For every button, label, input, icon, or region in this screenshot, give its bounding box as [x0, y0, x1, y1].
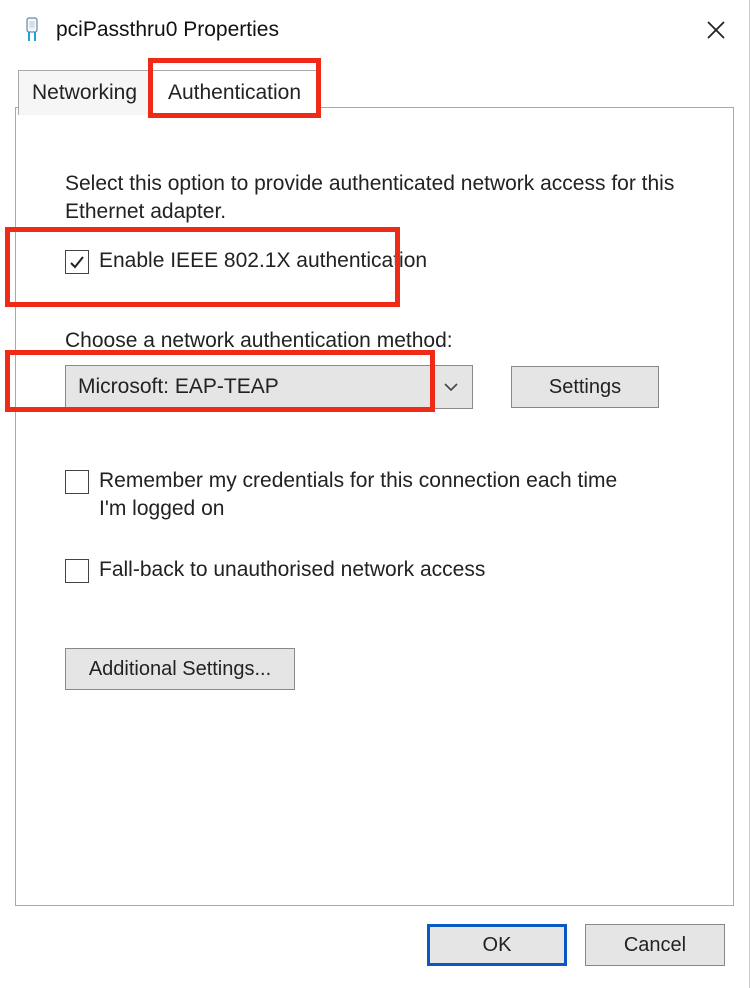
enable-8021x-checkbox[interactable]: [65, 250, 89, 274]
dropdown-selected-value: Microsoft: EAP-TEAP: [78, 375, 442, 399]
fallback-row: Fall-back to unauthorised network access: [65, 556, 684, 584]
ok-button[interactable]: OK: [427, 924, 567, 966]
button-label: Settings: [549, 376, 621, 399]
enable-8021x-label: Enable IEEE 802.1X authentication: [99, 247, 427, 275]
additional-settings-button[interactable]: Additional Settings...: [65, 648, 295, 690]
dialog-button-bar: OK Cancel: [427, 924, 725, 966]
button-label: Cancel: [624, 934, 686, 957]
remember-credentials-label: Remember my credentials for this connect…: [99, 467, 619, 524]
properties-dialog: pciPassthru0 Properties Networking Authe…: [0, 0, 750, 988]
check-icon: [69, 254, 85, 270]
enable-8021x-row: Enable IEEE 802.1X authentication: [65, 247, 684, 275]
tab-panel-authentication: Select this option to provide authentica…: [15, 115, 734, 898]
adapter-icon: [18, 17, 46, 43]
intro-text: Select this option to provide authentica…: [65, 170, 684, 227]
tab-authentication[interactable]: Authentication: [151, 70, 318, 115]
cancel-button[interactable]: Cancel: [585, 924, 725, 966]
close-icon: [706, 20, 726, 40]
close-button[interactable]: [693, 10, 739, 50]
fallback-label: Fall-back to unauthorised network access: [99, 556, 485, 584]
method-row: Microsoft: EAP-TEAP Settings: [65, 365, 684, 409]
button-label: Additional Settings...: [89, 658, 271, 681]
remember-credentials-row: Remember my credentials for this connect…: [65, 467, 684, 524]
remember-credentials-checkbox[interactable]: [65, 470, 89, 494]
window-title: pciPassthru0 Properties: [56, 18, 279, 42]
fallback-checkbox[interactable]: [65, 559, 89, 583]
chevron-down-icon: [442, 382, 460, 392]
choose-method-label: Choose a network authentication method:: [65, 329, 684, 353]
settings-button[interactable]: Settings: [511, 366, 659, 408]
auth-method-dropdown[interactable]: Microsoft: EAP-TEAP: [65, 365, 473, 409]
title-bar: pciPassthru0 Properties: [0, 0, 749, 54]
tab-label: Networking: [32, 81, 137, 105]
tab-networking[interactable]: Networking: [18, 70, 151, 115]
button-label: OK: [483, 934, 512, 957]
tab-label: Authentication: [168, 81, 301, 105]
